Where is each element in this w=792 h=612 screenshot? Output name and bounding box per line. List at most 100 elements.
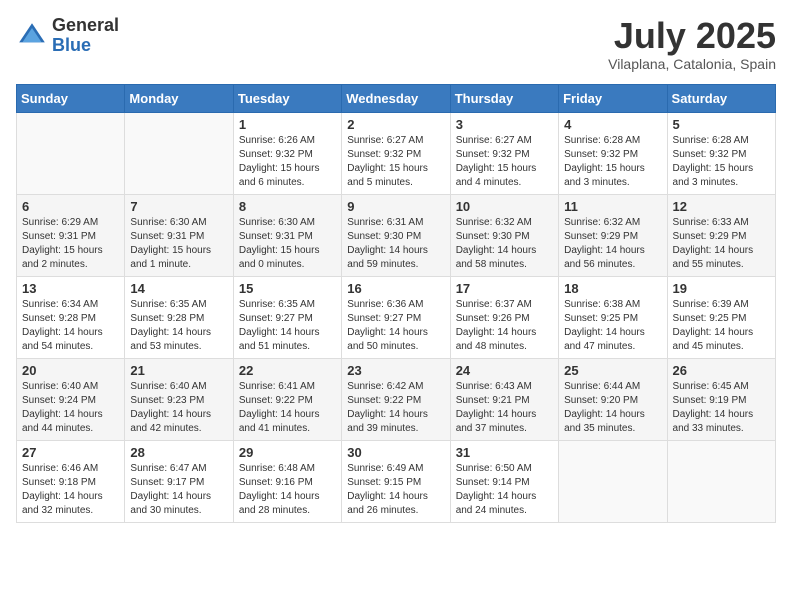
header-cell-saturday: Saturday [667, 84, 775, 112]
day-info: Sunrise: 6:32 AMSunset: 9:30 PMDaylight:… [456, 216, 553, 272]
header-row: SundayMondayTuesdayWednesdayThursdayFrid… [17, 84, 776, 112]
day-cell: 2 Sunrise: 6:27 AMSunset: 9:32 PMDaylight… [342, 112, 450, 194]
day-number: 3 [456, 117, 553, 132]
week-row-3: 13Sunrise: 6:34 AMSunset: 9:28 PMDayligh… [17, 276, 776, 358]
day-cell: 19Sunrise: 6:39 AMSunset: 9:25 PMDayligh… [667, 276, 775, 358]
day-number: 1 [239, 117, 336, 132]
day-cell [667, 440, 775, 522]
day-cell [17, 112, 125, 194]
day-info: Sunrise: 6:32 AMSunset: 9:29 PMDaylight:… [564, 216, 661, 272]
day-info: Sunrise: 6:27 AMSunset: 9:32 PMDaylight:… [456, 134, 553, 190]
day-cell: 15 Sunrise: 6:35 AMSunset: 9:27 PMDayligh… [233, 276, 341, 358]
day-info: Sunrise: 6:46 AMSunset: 9:18 PMDaylight:… [22, 462, 119, 518]
day-cell: 18Sunrise: 6:38 AMSunset: 9:25 PMDayligh… [559, 276, 667, 358]
day-cell: 26Sunrise: 6:45 AMSunset: 9:19 PMDayligh… [667, 358, 775, 440]
day-number: 21 [130, 363, 227, 378]
day-cell: 22Sunrise: 6:41 AMSunset: 9:22 PMDayligh… [233, 358, 341, 440]
day-number: 8 [239, 199, 336, 214]
day-info: Sunrise: 6:30 AMSunset: 9:31 PMDaylight:… [130, 216, 227, 272]
day-cell: 9 Sunrise: 6:31 AMSunset: 9:30 PMDaylight… [342, 194, 450, 276]
day-info: Sunrise: 6:42 AMSunset: 9:22 PMDaylight:… [347, 380, 444, 436]
week-row-2: 6 Sunrise: 6:29 AMSunset: 9:31 PMDaylight… [17, 194, 776, 276]
month-title: July 2025 [608, 16, 776, 56]
day-cell: 30 Sunrise: 6:49 AMSunset: 9:15 PMDayligh… [342, 440, 450, 522]
day-info: Sunrise: 6:28 AMSunset: 9:32 PMDaylight:… [673, 134, 770, 190]
day-number: 11 [564, 199, 661, 214]
day-cell: 23 Sunrise: 6:42 AMSunset: 9:22 PMDayligh… [342, 358, 450, 440]
day-number: 24 [456, 363, 553, 378]
day-info: Sunrise: 6:36 AMSunset: 9:27 PMDaylight:… [347, 298, 444, 354]
location-subtitle: Vilaplana, Catalonia, Spain [608, 56, 776, 72]
logo-blue: Blue [52, 36, 119, 56]
day-info: Sunrise: 6:49 AMSunset: 9:15 PMDaylight:… [347, 462, 444, 518]
day-cell: 7 Sunrise: 6:30 AMSunset: 9:31 PMDaylight… [125, 194, 233, 276]
day-number: 14 [130, 281, 227, 296]
day-cell: 12 Sunrise: 6:33 AMSunset: 9:29 PMDayligh… [667, 194, 775, 276]
day-number: 12 [673, 199, 770, 214]
day-number: 6 [22, 199, 119, 214]
day-info: Sunrise: 6:37 AMSunset: 9:26 PMDaylight:… [456, 298, 553, 354]
day-cell: 3 Sunrise: 6:27 AMSunset: 9:32 PMDaylight… [450, 112, 558, 194]
day-cell: 5 Sunrise: 6:28 AMSunset: 9:32 PMDaylight… [667, 112, 775, 194]
day-info: Sunrise: 6:44 AMSunset: 9:20 PMDaylight:… [564, 380, 661, 436]
day-info: Sunrise: 6:50 AMSunset: 9:14 PMDaylight:… [456, 462, 553, 518]
day-number: 16 [347, 281, 444, 296]
day-info: Sunrise: 6:30 AMSunset: 9:31 PMDaylight:… [239, 216, 336, 272]
day-info: Sunrise: 6:29 AMSunset: 9:31 PMDaylight:… [22, 216, 119, 272]
calendar-header: SundayMondayTuesdayWednesdayThursdayFrid… [17, 84, 776, 112]
day-info: Sunrise: 6:43 AMSunset: 9:21 PMDaylight:… [456, 380, 553, 436]
day-info: Sunrise: 6:40 AMSunset: 9:24 PMDaylight:… [22, 380, 119, 436]
day-number: 7 [130, 199, 227, 214]
day-cell [125, 112, 233, 194]
day-cell: 6 Sunrise: 6:29 AMSunset: 9:31 PMDaylight… [17, 194, 125, 276]
logo-icon [16, 20, 48, 52]
day-number: 20 [22, 363, 119, 378]
day-number: 15 [239, 281, 336, 296]
day-cell: 17 Sunrise: 6:37 AMSunset: 9:26 PMDayligh… [450, 276, 558, 358]
day-number: 17 [456, 281, 553, 296]
day-info: Sunrise: 6:26 AMSunset: 9:32 PMDaylight:… [239, 134, 336, 190]
day-cell: 31Sunrise: 6:50 AMSunset: 9:14 PMDayligh… [450, 440, 558, 522]
day-number: 25 [564, 363, 661, 378]
day-number: 27 [22, 445, 119, 460]
day-number: 5 [673, 117, 770, 132]
calendar-body: 1 Sunrise: 6:26 AMSunset: 9:32 PMDaylight… [17, 112, 776, 522]
day-cell: 24 Sunrise: 6:43 AMSunset: 9:21 PMDayligh… [450, 358, 558, 440]
day-number: 30 [347, 445, 444, 460]
day-number: 19 [673, 281, 770, 296]
day-cell: 16 Sunrise: 6:36 AMSunset: 9:27 PMDayligh… [342, 276, 450, 358]
day-cell: 4Sunrise: 6:28 AMSunset: 9:32 PMDaylight… [559, 112, 667, 194]
header-cell-wednesday: Wednesday [342, 84, 450, 112]
day-number: 4 [564, 117, 661, 132]
header-cell-thursday: Thursday [450, 84, 558, 112]
day-info: Sunrise: 6:27 AMSunset: 9:32 PMDaylight:… [347, 134, 444, 190]
day-info: Sunrise: 6:41 AMSunset: 9:22 PMDaylight:… [239, 380, 336, 436]
day-number: 23 [347, 363, 444, 378]
day-info: Sunrise: 6:35 AMSunset: 9:28 PMDaylight:… [130, 298, 227, 354]
calendar-table: SundayMondayTuesdayWednesdayThursdayFrid… [16, 84, 776, 523]
day-info: Sunrise: 6:31 AMSunset: 9:30 PMDaylight:… [347, 216, 444, 272]
logo: General Blue [16, 16, 119, 56]
day-cell: 21Sunrise: 6:40 AMSunset: 9:23 PMDayligh… [125, 358, 233, 440]
header-cell-sunday: Sunday [17, 84, 125, 112]
header-cell-friday: Friday [559, 84, 667, 112]
day-number: 29 [239, 445, 336, 460]
day-number: 28 [130, 445, 227, 460]
day-cell [559, 440, 667, 522]
day-cell: 13Sunrise: 6:34 AMSunset: 9:28 PMDayligh… [17, 276, 125, 358]
day-number: 2 [347, 117, 444, 132]
day-number: 9 [347, 199, 444, 214]
day-number: 10 [456, 199, 553, 214]
page-header: General Blue July 2025 Vilaplana, Catalo… [16, 16, 776, 72]
day-cell: 28Sunrise: 6:47 AMSunset: 9:17 PMDayligh… [125, 440, 233, 522]
logo-text: General Blue [52, 16, 119, 56]
day-cell: 1 Sunrise: 6:26 AMSunset: 9:32 PMDaylight… [233, 112, 341, 194]
day-info: Sunrise: 6:35 AMSunset: 9:27 PMDaylight:… [239, 298, 336, 354]
day-info: Sunrise: 6:33 AMSunset: 9:29 PMDaylight:… [673, 216, 770, 272]
day-cell: 20 Sunrise: 6:40 AMSunset: 9:24 PMDayligh… [17, 358, 125, 440]
day-cell: 8 Sunrise: 6:30 AMSunset: 9:31 PMDaylight… [233, 194, 341, 276]
day-cell: 11 Sunrise: 6:32 AMSunset: 9:29 PMDayligh… [559, 194, 667, 276]
title-block: July 2025 Vilaplana, Catalonia, Spain [608, 16, 776, 72]
day-cell: 25 Sunrise: 6:44 AMSunset: 9:20 PMDayligh… [559, 358, 667, 440]
day-cell: 10 Sunrise: 6:32 AMSunset: 9:30 PMDayligh… [450, 194, 558, 276]
